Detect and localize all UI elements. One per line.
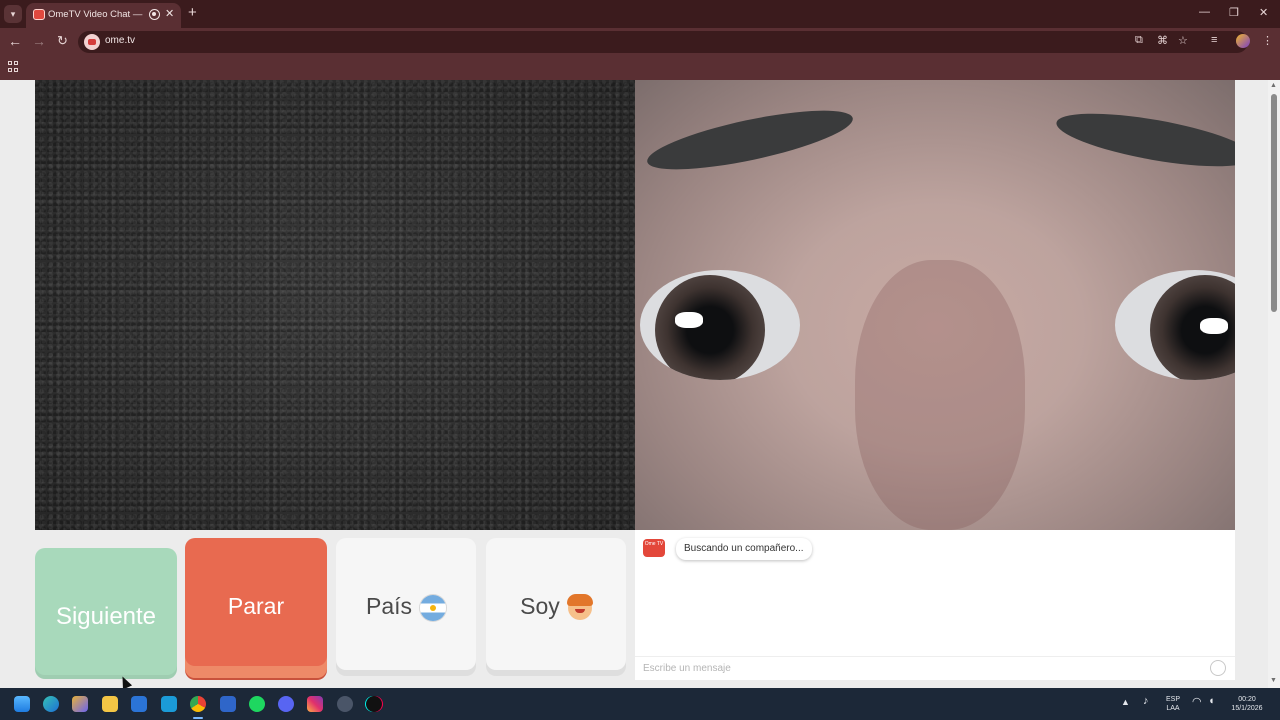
recording-indicator-icon: [149, 9, 160, 20]
discord-icon[interactable]: [278, 696, 294, 712]
scroll-down-arrow-icon[interactable]: ▼: [1270, 677, 1277, 684]
snipping-tool-icon[interactable]: [161, 696, 177, 712]
stop-button-label: Parar: [227, 593, 285, 619]
microsoft-store-icon[interactable]: [131, 696, 147, 712]
argentina-flag-icon: [420, 594, 447, 621]
browser-tab-ometv[interactable]: OmeTV Video Chat — Ome ✕: [26, 3, 181, 28]
edge-browser-icon[interactable]: [43, 696, 59, 712]
nose-area: [855, 260, 1025, 530]
next-button[interactable]: Siguiente: [35, 548, 177, 679]
ometv-logo-icon: Ome TV: [643, 539, 665, 557]
translate-icon[interactable]: ⌘: [1157, 34, 1168, 47]
tiktok-icon[interactable]: [366, 696, 382, 712]
gender-select-button[interactable]: Soy: [486, 538, 626, 670]
chat-panel: Ome TV Buscando un compañero...: [635, 530, 1235, 680]
gender-button-label: Soy: [520, 593, 560, 619]
country-button-label: País: [365, 593, 413, 619]
next-button-label: Siguiente: [55, 603, 157, 630]
boy-emoji-icon: [566, 593, 593, 620]
new-tab-button[interactable]: +: [188, 5, 197, 20]
emoji-picker-icon[interactable]: [1210, 660, 1226, 676]
back-arrow-icon[interactable]: ←: [8, 33, 22, 49]
country-select-button[interactable]: País: [336, 538, 476, 670]
close-window-button[interactable]: ✕: [1259, 6, 1268, 19]
spotify-icon[interactable]: [249, 696, 265, 712]
chrome-browser-icon[interactable]: [190, 696, 206, 712]
forward-arrow-icon[interactable]: →: [32, 33, 46, 49]
profile-avatar[interactable]: [1236, 34, 1250, 48]
reload-icon[interactable]: ↻: [57, 33, 68, 49]
right-eye: [1115, 270, 1235, 380]
stop-button[interactable]: Parar: [185, 538, 327, 678]
input-language-indicator[interactable]: ESP LAA: [1162, 695, 1184, 713]
site-info-icon[interactable]: [84, 34, 100, 50]
tray-expand-icon[interactable]: ▲: [1121, 697, 1130, 707]
status-message: Buscando un compañero...: [676, 538, 812, 560]
instagram-icon[interactable]: [307, 696, 323, 712]
page-scrollbar[interactable]: ▲ ▼: [1268, 80, 1280, 688]
wifi-icon[interactable]: ◠: [1192, 695, 1202, 708]
browser-tabstrip: ▾ OmeTV Video Chat — Ome ✕ + — ❐ ✕: [0, 0, 1280, 28]
bookmark-star-icon[interactable]: ☆: [1178, 34, 1188, 47]
reading-list-icon[interactable]: ≡: [1211, 34, 1217, 46]
partner-video-static: [35, 80, 635, 530]
browser-toolbar: ← → ↻ ome.tv ⧉ ⌘ ☆ ≡ ⋮: [0, 28, 1280, 56]
mail-icon[interactable]: [220, 696, 236, 712]
scrollbar-thumb[interactable]: [1271, 94, 1277, 312]
start-windows-icon[interactable]: [14, 696, 30, 712]
ometv-page: Siguiente Parar País Soy Ome TV Buscando…: [0, 80, 1280, 690]
bookmarks-bar: [0, 56, 1280, 80]
cast-icon[interactable]: ⧉: [1135, 34, 1143, 47]
windows-taskbar: ▲ ♪ ESP LAA ◠ ◖ 00:20 15/1/2026: [0, 688, 1280, 720]
menu-dots-icon[interactable]: ⋮: [1262, 34, 1273, 47]
clock[interactable]: 00:20 15/1/2026: [1226, 695, 1268, 713]
address-bar[interactable]: ome.tv ⧉ ⌘ ☆: [78, 31, 1248, 53]
left-eye: [640, 270, 800, 380]
minimize-button[interactable]: —: [1199, 6, 1210, 18]
github-desktop-icon[interactable]: [337, 696, 353, 712]
tab-search-button[interactable]: ▾: [4, 5, 22, 23]
volume-icon[interactable]: ◖: [1208, 695, 1215, 707]
left-eyebrow: [643, 98, 857, 182]
right-eyebrow: [1053, 102, 1235, 178]
active-app-indicator: [193, 717, 203, 719]
file-explorer-icon[interactable]: [102, 696, 118, 712]
microphone-icon[interactable]: ♪: [1143, 695, 1149, 707]
self-camera-video: [635, 80, 1235, 530]
message-input[interactable]: [635, 656, 1235, 680]
tab-title: OmeTV Video Chat — Ome: [48, 9, 144, 20]
restore-button[interactable]: ❐: [1229, 6, 1239, 19]
scroll-up-arrow-icon[interactable]: ▲: [1270, 82, 1277, 89]
url-text[interactable]: ome.tv: [105, 35, 135, 46]
apps-grid-icon[interactable]: [8, 61, 19, 72]
ometv-favicon-icon: [33, 9, 45, 20]
copilot-icon[interactable]: [72, 696, 88, 712]
tab-close-icon[interactable]: ✕: [165, 7, 174, 20]
